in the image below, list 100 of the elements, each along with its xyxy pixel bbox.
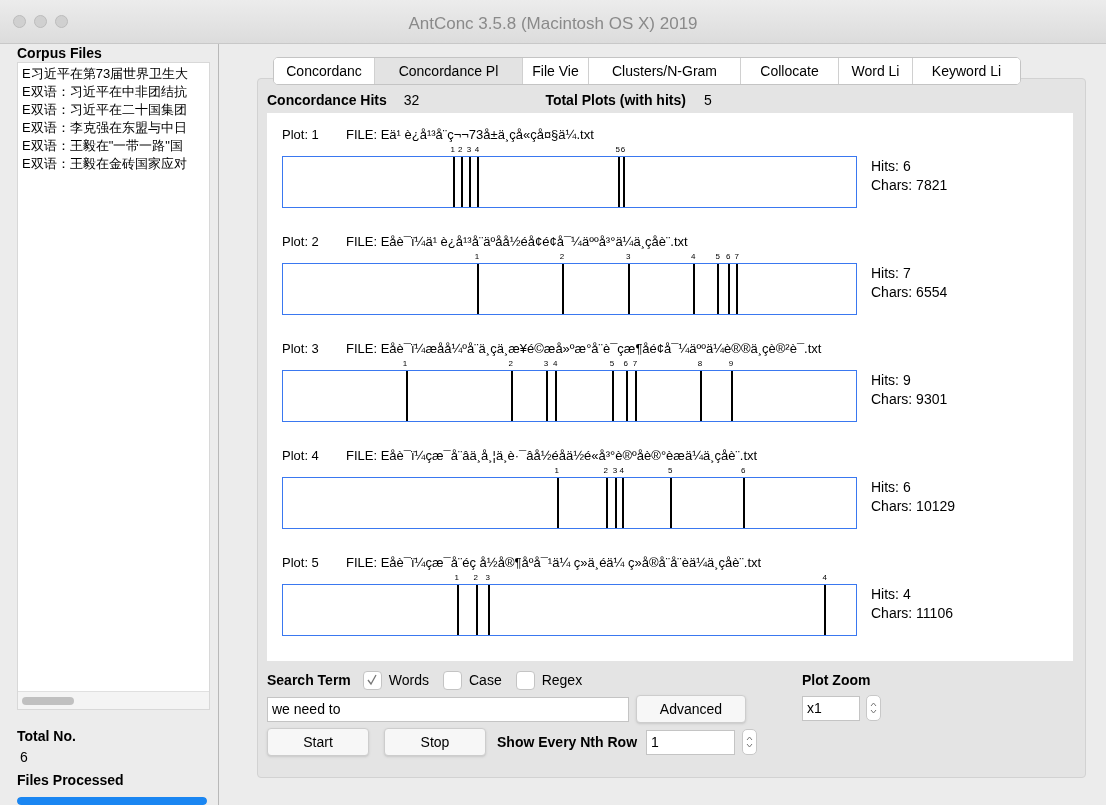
- hit-line: [405, 371, 408, 421]
- plot-number: Plot: 1: [282, 126, 320, 145]
- hits-count: Hits: 6: [871, 478, 912, 497]
- hit-line: [457, 585, 460, 635]
- plot-number: Plot: 3: [282, 340, 320, 359]
- hit-line: [669, 478, 672, 528]
- plots-value: 5: [703, 90, 712, 110]
- tab[interactable]: Keyword Li: [912, 58, 1020, 84]
- plot-number: Plot: 5: [282, 554, 320, 573]
- hit-line: [692, 264, 695, 314]
- hit-line: [730, 371, 733, 421]
- plot-number: Plot: 4: [282, 447, 320, 466]
- hit-number: 6: [725, 252, 731, 261]
- hit-number: 2: [508, 359, 514, 368]
- search-field[interactable]: we need to: [267, 696, 629, 722]
- hit-number: 6: [620, 145, 626, 154]
- hit-number: 9: [728, 359, 734, 368]
- hit-number: 2: [473, 573, 478, 582]
- hit-line: [546, 371, 548, 421]
- hit-line: [562, 264, 565, 314]
- check-icon: [366, 674, 379, 686]
- hit-line: [469, 157, 472, 207]
- hit-line: [699, 371, 702, 421]
- stop-button[interactable]: Stop: [384, 728, 486, 756]
- hit-number: 4: [552, 359, 558, 368]
- scrollbar-thumb[interactable]: [22, 696, 74, 705]
- file-list-item[interactable]: E双语：李克强在东盟与中日: [22, 119, 209, 137]
- plots-label: Total Plots (with hits): [545, 90, 686, 110]
- hit-number: 4: [690, 252, 696, 261]
- hit-number: 2: [458, 145, 463, 154]
- hits-count: Hits: 7: [871, 264, 912, 283]
- hit-line: [634, 371, 637, 421]
- file-name: FILE: Eåè¯ï¼çæ¯å¨âä¸å¸¦ä¸è·¯âå½éåä½é«å³°è®ºåè®°èæä¼ä¸çåè¨.txt: [346, 447, 758, 466]
- hit-number: 4: [822, 573, 827, 582]
- hit-number: 5: [615, 145, 620, 154]
- hit-line: [511, 371, 514, 421]
- hit-line: [622, 157, 625, 207]
- stepper-icon[interactable]: [866, 695, 882, 721]
- hit-number: 3: [612, 466, 618, 475]
- hit-number: 3: [466, 145, 472, 154]
- hit-number: 3: [543, 359, 549, 368]
- file-list-item[interactable]: E双语：王毅在"一带一路"国: [22, 137, 209, 155]
- zoom-icon[interactable]: [55, 15, 68, 28]
- hit-number: 6: [623, 359, 629, 368]
- hit-line: [727, 264, 730, 314]
- hit-line: [823, 585, 826, 635]
- hit-line: [477, 264, 480, 314]
- hits-count: Hits: 9: [871, 371, 912, 390]
- close-icon[interactable]: [13, 15, 26, 28]
- files-processed-label: Files Processed: [17, 771, 125, 790]
- tab[interactable]: Concordance Pl: [374, 58, 522, 84]
- hit-line: [617, 157, 620, 207]
- search-term-label: Search Term: [267, 670, 351, 690]
- advanced-button[interactable]: Advanced: [636, 695, 746, 723]
- hit-number: 4: [619, 466, 625, 475]
- chars-count: Chars: 9301: [871, 390, 948, 409]
- plot-zoom-label: Plot Zoom: [802, 671, 872, 690]
- file-name: FILE: Eåè¯ï¼ä¹ è¿å¹³å¨äºåå½éå¢é¢å¯¼äººå³°ä¼ä¸çåè¨.txt: [346, 233, 688, 252]
- file-list-item[interactable]: E双语：王毅在金砖国家应对: [22, 155, 209, 173]
- nth-row-label: Show Every Nth Row: [497, 732, 638, 752]
- hit-line: [555, 371, 558, 421]
- nth-row-field[interactable]: 1: [646, 729, 736, 755]
- hit-number: 4: [474, 145, 480, 154]
- hits-label: Concordance Hits: [267, 90, 387, 110]
- chars-count: Chars: 6554: [871, 283, 948, 302]
- hit-number: 5: [715, 252, 721, 261]
- minimize-icon[interactable]: [34, 15, 47, 28]
- plot-number: Plot: 2: [282, 233, 320, 252]
- hit-number: 1: [402, 359, 408, 368]
- hit-number: 2: [603, 466, 608, 475]
- checkbox-label: Case: [469, 670, 502, 690]
- file-list-item[interactable]: E双语：习近平在中非团结抗: [22, 83, 209, 101]
- hit-number: 7: [632, 359, 638, 368]
- hit-line: [460, 157, 463, 207]
- hits-value: 32: [403, 90, 420, 110]
- hit-line: [627, 264, 630, 314]
- file-list-item[interactable]: E双语：习近平在二十国集团: [22, 101, 209, 119]
- file-name: FILE: Eåè¯ï¼æåå¼ºå¨ä¸çä¸æ¥é©æå»ºæ°å¨è¯çæ¶åé¢å¯¼äººä¼è®®ä¸çè®²è¯.txt: [346, 340, 822, 359]
- total-label: Total No.: [17, 727, 77, 746]
- checkbox-label: Words: [388, 670, 429, 690]
- hit-number: 1: [454, 573, 459, 582]
- hits-count: Hits: 4: [871, 585, 912, 604]
- hit-number: 5: [667, 466, 673, 475]
- start-button[interactable]: Start: [267, 728, 369, 756]
- hit-number: 1: [554, 466, 560, 475]
- hit-line: [717, 264, 720, 314]
- hit-number: 3: [485, 573, 491, 582]
- file-list-item[interactable]: E习近平在第73届世界卫生大: [22, 65, 209, 83]
- hit-number: 2: [559, 252, 565, 261]
- stepper-icon[interactable]: [742, 729, 758, 755]
- hits-count: Hits: 6: [871, 157, 912, 176]
- hit-line: [477, 157, 480, 207]
- hit-number: 8: [697, 359, 703, 368]
- chars-count: Chars: 10129: [871, 497, 956, 516]
- hit-line: [621, 478, 624, 528]
- chars-count: Chars: 7821: [871, 176, 948, 195]
- plot-zoom-field[interactable]: x1: [802, 695, 861, 721]
- file-name: FILE: Eåè¯ï¼çæ¯å¨éç å½å®¶åºå¯¹ä¼ ç»ä¸éä¼ ç»å®å¨å¨èä¼ä¸çåè¨.txt: [346, 554, 762, 573]
- hit-line: [611, 371, 614, 421]
- hit-line: [742, 478, 745, 528]
